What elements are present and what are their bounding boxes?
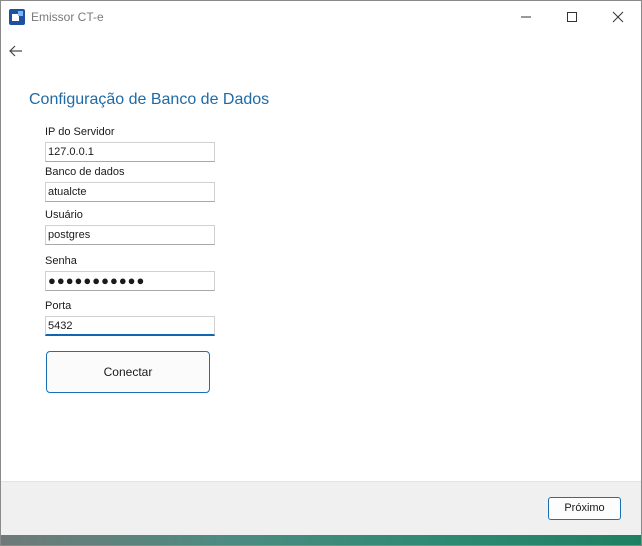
title-bar[interactable]: Emissor CT-e	[1, 1, 641, 33]
footer-bar	[1, 481, 641, 536]
connect-button[interactable]: Conectar	[46, 351, 210, 393]
password-field[interactable]: ●●●●●●●●●●●	[45, 271, 215, 291]
database-label: Banco de dados	[45, 166, 125, 178]
port-field[interactable]: 5432	[45, 316, 215, 336]
ip-label: IP do Servidor	[45, 126, 115, 138]
next-button[interactable]: Próximo	[548, 497, 621, 520]
maximize-button[interactable]	[549, 1, 595, 33]
user-field[interactable]: postgres	[45, 225, 215, 245]
password-label: Senha	[45, 255, 77, 267]
database-field[interactable]: atualcte	[45, 182, 215, 202]
ip-field[interactable]: 127.0.0.1	[45, 142, 215, 162]
back-arrow-icon[interactable]	[7, 41, 27, 61]
bottom-strip	[1, 535, 641, 545]
app-window: Emissor CT-e Configuração de Banco de Da…	[0, 0, 642, 546]
user-label: Usuário	[45, 209, 83, 221]
page-title: Configuração de Banco de Dados	[29, 91, 270, 108]
minimize-icon	[521, 16, 531, 18]
close-icon	[612, 11, 624, 23]
port-label: Porta	[45, 300, 72, 312]
close-button[interactable]	[595, 1, 641, 33]
maximize-icon	[567, 12, 577, 22]
app-icon	[9, 9, 25, 25]
window-title: Emissor CT-e	[31, 10, 104, 24]
minimize-button[interactable]	[503, 1, 549, 33]
